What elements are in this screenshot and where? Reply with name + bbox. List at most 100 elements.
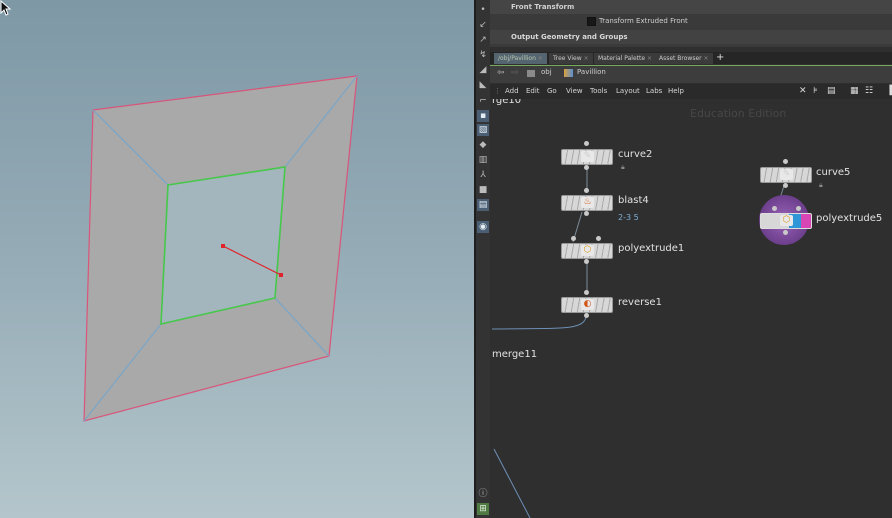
brush-icon[interactable]: ◢ [477,64,489,76]
polyextrude5-node[interactable]: ⬡ [760,213,812,229]
input-connector[interactable] [584,290,589,295]
reverse1-label: reverse1 [618,297,662,308]
input-connector[interactable] [571,236,576,241]
menu-go[interactable]: Go [547,84,557,99]
viewport-toolbar: • ↙ ↗ ↯ ◢ ◣ ⌐ ▪ ▧ ◆ ▥ ⅄ ■ ▤ ◉ ⓘ ⊞ [476,0,490,518]
close-icon[interactable]: × [538,55,543,62]
menu-labs[interactable]: Labs [646,84,662,99]
input-connector[interactable] [596,236,601,241]
param-folder-label: Front Transform [511,3,575,11]
path-bar: ⇦ ⇨ obj Pavillion [490,65,892,83]
parameter-editor: Front Transform Transform Extruded Front… [490,0,892,47]
tab-label: Tree View [553,55,582,62]
menu-add[interactable]: Add [505,84,519,99]
curve-icon: ✎ [581,151,594,162]
paint-icon[interactable]: ◣ [477,79,489,91]
merge11-label: merge11 [492,349,538,360]
reverse-icon: ◐ [581,299,594,310]
input-connector[interactable] [783,159,788,164]
curve-icon: ✎ [780,169,793,180]
wireframe-icon[interactable]: ▧ [477,124,489,136]
output-connector[interactable] [783,183,788,188]
input-connector[interactable] [796,206,801,211]
normal-end-point [279,273,283,277]
education-edition-watermark: Education Edition [690,107,787,120]
close-icon[interactable]: × [704,55,709,62]
notes-icon[interactable]: ▤ [827,86,836,96]
output-connector[interactable] [584,211,589,216]
node-network[interactable]: Education Edition rge10 ✎ curve2 🔒︎ ♨ bl… [490,99,892,518]
info-icon[interactable]: ⓘ [477,488,489,500]
grid-layout-icon[interactable]: ⊞ [477,503,489,515]
output-connector[interactable] [584,313,589,318]
scene-viewport[interactable] [0,0,474,518]
frame-icon[interactable]: ⌐ [477,95,489,107]
display-options-icon[interactable]: ▪ [477,110,489,122]
input-connector[interactable] [584,188,589,193]
path-pavillion[interactable]: Pavillion [577,68,606,76]
tab-obj-pavillion[interactable]: /obj/Pavillion × [494,53,547,64]
menu-view[interactable]: View [566,84,583,99]
tab-label: Material Palette [598,55,646,62]
param-folder-output-geometry[interactable]: Output Geometry and Groups [490,30,892,44]
light-icon[interactable]: ◉ [477,221,489,233]
close-icon[interactable]: × [647,55,652,62]
network-wires [491,156,786,518]
pose-icon[interactable]: ↙ [477,19,489,31]
list-view-icon[interactable]: ☷ [865,86,873,96]
shading-icon[interactable]: ◆ [477,139,489,151]
input-connector[interactable] [584,141,589,146]
param-row-transform-extruded-front: Transform Extruded Front [490,14,892,28]
handle-icon[interactable]: ↗ [477,34,489,46]
tab-asset-browser[interactable]: Asset Browser × [655,53,713,64]
polyextrude5-label: polyextrude5 [816,213,883,224]
tab-label: Asset Browser [659,55,702,62]
merge10-label: rge10 [492,99,522,106]
close-icon[interactable]: × [584,55,589,62]
forward-arrow-icon[interactable]: ⇨ [511,68,519,78]
ghost-icon[interactable]: ▥ [477,154,489,166]
lock-icon[interactable]: 🔒︎ [819,181,823,190]
wrench-icon[interactable]: ✕ [799,86,807,96]
reverse1-node[interactable]: ◐ [561,297,613,313]
menu-edit[interactable]: Edit [526,84,540,99]
snap-icon[interactable]: ↯ [477,49,489,61]
template-icon[interactable]: ▤ [477,199,489,211]
menu-handle-icon: ⋮ [494,87,501,95]
tab-label: /obj/Pavillion [498,55,536,62]
output-connector[interactable] [584,165,589,170]
polyextrude1-node[interactable]: ⬡ [561,243,613,259]
tab-material-palette[interactable]: Material Palette × [594,53,657,64]
more-icon[interactable]: ▐ [886,86,892,96]
tab-tree-view[interactable]: Tree View × [549,53,593,64]
menu-help[interactable]: Help [668,84,684,99]
lock-icon[interactable]: 🔒︎ [621,163,625,172]
curve5-node[interactable]: ✎ [760,167,812,183]
lock-view-icon[interactable]: ■ [477,184,489,196]
right-pane: Front Transform Transform Extruded Front… [490,0,892,518]
output-connector[interactable] [584,259,589,264]
path-obj[interactable]: obj [541,68,552,76]
curve5-label: curve5 [816,167,851,178]
output-connector[interactable] [783,230,788,235]
back-arrow-icon[interactable]: ⇦ [497,68,505,78]
menu-layout[interactable]: Layout [616,84,640,99]
param-folder-front-transform[interactable]: Front Transform [490,0,892,14]
input-connector[interactable] [772,206,777,211]
polyextrude-icon: ⬡ [780,215,793,226]
add-tab-button[interactable]: + [716,52,724,64]
mouse-cursor-icon [0,0,12,16]
tree-layout-icon[interactable]: ⊧ [813,86,818,96]
select-icon[interactable]: • [477,4,489,16]
blast4-node[interactable]: ♨ [561,195,613,211]
camera-icon[interactable]: ⅄ [477,169,489,181]
transform-extruded-front-checkbox[interactable] [587,17,596,26]
grid-view-icon[interactable]: ▦ [850,86,859,96]
geometry-object-icon [564,69,573,77]
param-label: Transform Extruded Front [599,17,688,25]
blast-icon: ♨ [581,197,594,208]
curve2-node[interactable]: ✎ [561,149,613,165]
network-menu-bar: ⋮ Add Edit Go View Tools Layout Labs Hel… [490,84,892,99]
viewport-geometry [83,75,358,422]
menu-tools[interactable]: Tools [590,84,607,99]
